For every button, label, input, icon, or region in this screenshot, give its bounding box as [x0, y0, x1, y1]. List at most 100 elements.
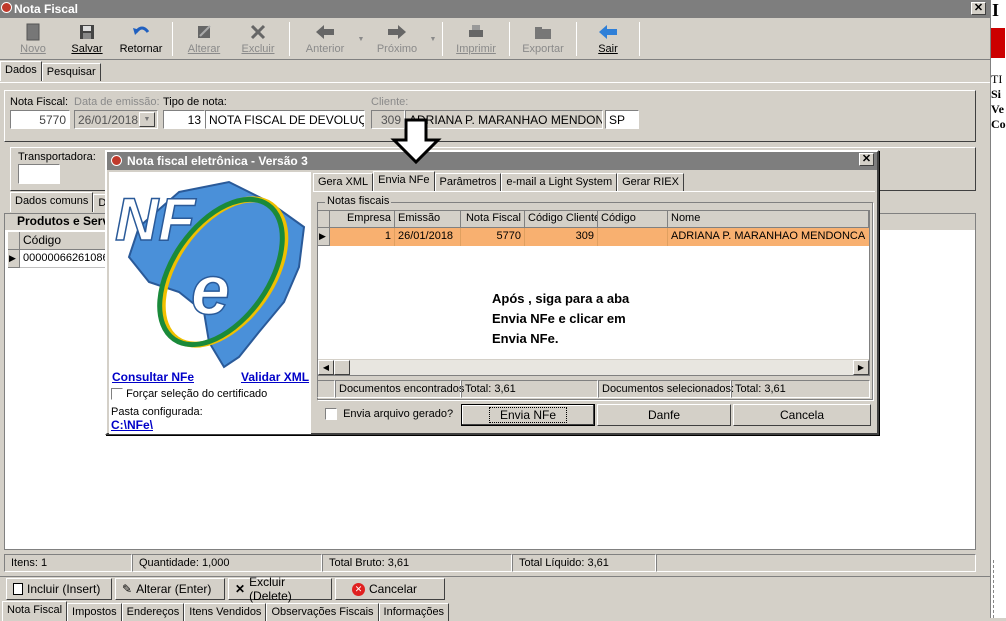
strip-text-4: Ve: [991, 102, 1004, 116]
tab-pesquisar[interactable]: Pesquisar: [41, 63, 101, 81]
cell-codigo: [598, 228, 668, 246]
save-button[interactable]: Salvar: [60, 18, 114, 60]
col-nome[interactable]: Nome: [668, 211, 869, 228]
window-close-button[interactable]: ✕: [971, 2, 986, 15]
toolbar-separator: [576, 22, 577, 56]
tab-observacoes-fiscais[interactable]: Observações Fiscais: [266, 603, 379, 621]
data-emissao-label: Data de emissão:: [74, 96, 160, 108]
tab-impostos[interactable]: Impostos: [67, 603, 122, 621]
col-empresa[interactable]: Empresa: [330, 211, 395, 228]
printer-icon: [467, 23, 485, 41]
print-button[interactable]: Imprimir: [447, 18, 505, 60]
forcar-checkbox[interactable]: [111, 388, 123, 401]
edit-button-label: Alterar: [187, 43, 221, 55]
tipo-nota-desc-field: NOTA FISCAL DE DEVOLUÇÃO: [205, 110, 365, 129]
notas-grid: Empresa Emissão Nota Fiscal Código Clien…: [317, 210, 870, 376]
date-dropdown-button[interactable]: ▼: [139, 112, 155, 127]
envia-nfe-button[interactable]: Envia NFe: [461, 404, 595, 426]
tab-gerar-riex[interactable]: Gerar RIEX: [617, 173, 684, 191]
tab-envia-nfe[interactable]: Envia NFe: [373, 171, 435, 191]
alterar-button[interactable]: ✎ Alterar (Enter): [115, 578, 225, 600]
previous-dropdown[interactable]: ▼: [356, 18, 366, 60]
totals-row: Documentos encontrados Total: 3,61 Docum…: [317, 380, 870, 398]
tab-dados-comuns[interactable]: Dados comuns: [10, 192, 94, 212]
tab-enderecos[interactable]: Endereços: [121, 603, 185, 621]
window-title: Nota Fiscal: [14, 2, 79, 16]
products-col-codigo[interactable]: Código: [20, 232, 110, 250]
validar-xml-link[interactable]: Validar XML: [241, 370, 309, 384]
status-itens: Itens: 1: [4, 554, 132, 572]
row-indicator-icon: ▶: [8, 250, 20, 268]
main-tabs: Dados Pesquisar: [0, 61, 101, 81]
nota-fiscal-field[interactable]: 5770: [10, 110, 70, 129]
arrow-left-icon: [316, 23, 334, 41]
products-row-codigo[interactable]: 00000066261086: [20, 250, 110, 268]
chevron-down-icon: ▼: [429, 35, 437, 43]
strip-text-3: Si: [991, 87, 1002, 101]
edit-button[interactable]: Alterar: [177, 18, 231, 60]
notas-grid-row[interactable]: ▶ 1 26/01/2018 5770 309 ADRIANA P. MARAN…: [318, 228, 869, 246]
tab-informacoes[interactable]: Informações: [378, 603, 450, 621]
save-icon: [78, 23, 96, 41]
docs-found-total: Total: 3,61: [461, 380, 598, 398]
notas-grid-header: Empresa Emissão Nota Fiscal Código Clien…: [318, 211, 869, 228]
cliente-uf-field: SP: [605, 110, 639, 129]
toolbar-separator: [289, 22, 290, 56]
tab-dados[interactable]: Dados: [0, 61, 42, 81]
export-button-label: Exportar: [522, 43, 564, 55]
export-button[interactable]: Exportar: [514, 18, 572, 60]
chevron-down-icon: ▼: [143, 116, 151, 123]
tipo-nota-label: Tipo de nota:: [163, 96, 227, 108]
cell-empresa: 1: [330, 228, 395, 246]
cancela-button[interactable]: Cancela: [733, 404, 871, 426]
scroll-left-icon[interactable]: ◀: [318, 360, 334, 375]
tipo-nota-code-field[interactable]: 13: [163, 110, 205, 129]
dialog-close-button[interactable]: ✕: [859, 153, 874, 166]
scroll-thumb[interactable]: [334, 360, 350, 375]
toolbar-separator: [509, 22, 510, 56]
dialog-app-icon: [111, 155, 122, 166]
envia-arquivo-checkbox[interactable]: [325, 408, 337, 421]
pasta-label: Pasta configurada:: [111, 406, 203, 418]
envia-arquivo-row: Envia arquivo gerado?: [325, 408, 453, 421]
background-window-strip: I TI Si Ve Co: [990, 0, 1006, 618]
tab-parametros[interactable]: Parâmetros: [434, 173, 502, 191]
exit-button[interactable]: Sair: [581, 18, 635, 60]
tab-gera-xml[interactable]: Gera XML: [313, 173, 374, 191]
consultar-nfe-link[interactable]: Consultar NFe: [112, 370, 194, 384]
docs-selected-total: Total: 3,61: [731, 380, 870, 398]
col-emissao[interactable]: Emissão: [395, 211, 461, 228]
new-button-label: Novo: [20, 43, 46, 55]
excluir-button[interactable]: ✕ Excluir (Delete): [228, 575, 332, 603]
next-button[interactable]: Próximo: [366, 18, 428, 60]
pasta-link[interactable]: C:\NFe\: [111, 418, 153, 432]
arrow-down-icon: [390, 118, 442, 165]
strip-divider: [993, 560, 1003, 618]
incluir-button[interactable]: Incluir (Insert): [6, 578, 112, 600]
col-codigo[interactable]: Código: [598, 211, 668, 228]
tab-nota-fiscal[interactable]: Nota Fiscal: [2, 601, 68, 621]
previous-button[interactable]: Anterior: [294, 18, 356, 60]
transportadora-field[interactable]: [18, 164, 60, 184]
app-icon: [1, 2, 12, 13]
new-button[interactable]: Novo: [6, 18, 60, 60]
print-button-label: Imprimir: [456, 43, 496, 55]
cell-nota-fiscal: 5770: [461, 228, 525, 246]
cancelar-button[interactable]: ✕ Cancelar: [335, 578, 445, 600]
cancelar-label: Cancelar: [369, 582, 418, 596]
danfe-button[interactable]: Danfe: [597, 404, 731, 426]
exit-icon: [599, 23, 617, 41]
tab-email-light-system[interactable]: e-mail a Light System: [501, 173, 618, 191]
return-button[interactable]: Retornar: [114, 18, 168, 60]
cell-nome: ADRIANA P. MARANHAO MENDONCA: [668, 228, 869, 246]
strip-logo: [991, 28, 1005, 58]
col-nota-fiscal[interactable]: Nota Fiscal: [461, 211, 525, 228]
next-dropdown[interactable]: ▼: [428, 18, 438, 60]
logo-text-nf: NF: [115, 186, 196, 253]
scroll-right-icon[interactable]: ▶: [853, 360, 869, 375]
horizontal-scrollbar[interactable]: ◀ ▶: [318, 359, 869, 375]
tab-itens-vendidos[interactable]: Itens Vendidos: [184, 603, 267, 621]
incluir-label: Incluir (Insert): [27, 582, 101, 596]
delete-button[interactable]: Excluir: [231, 18, 285, 60]
col-codigo-cliente[interactable]: Código Cliente: [525, 211, 598, 228]
